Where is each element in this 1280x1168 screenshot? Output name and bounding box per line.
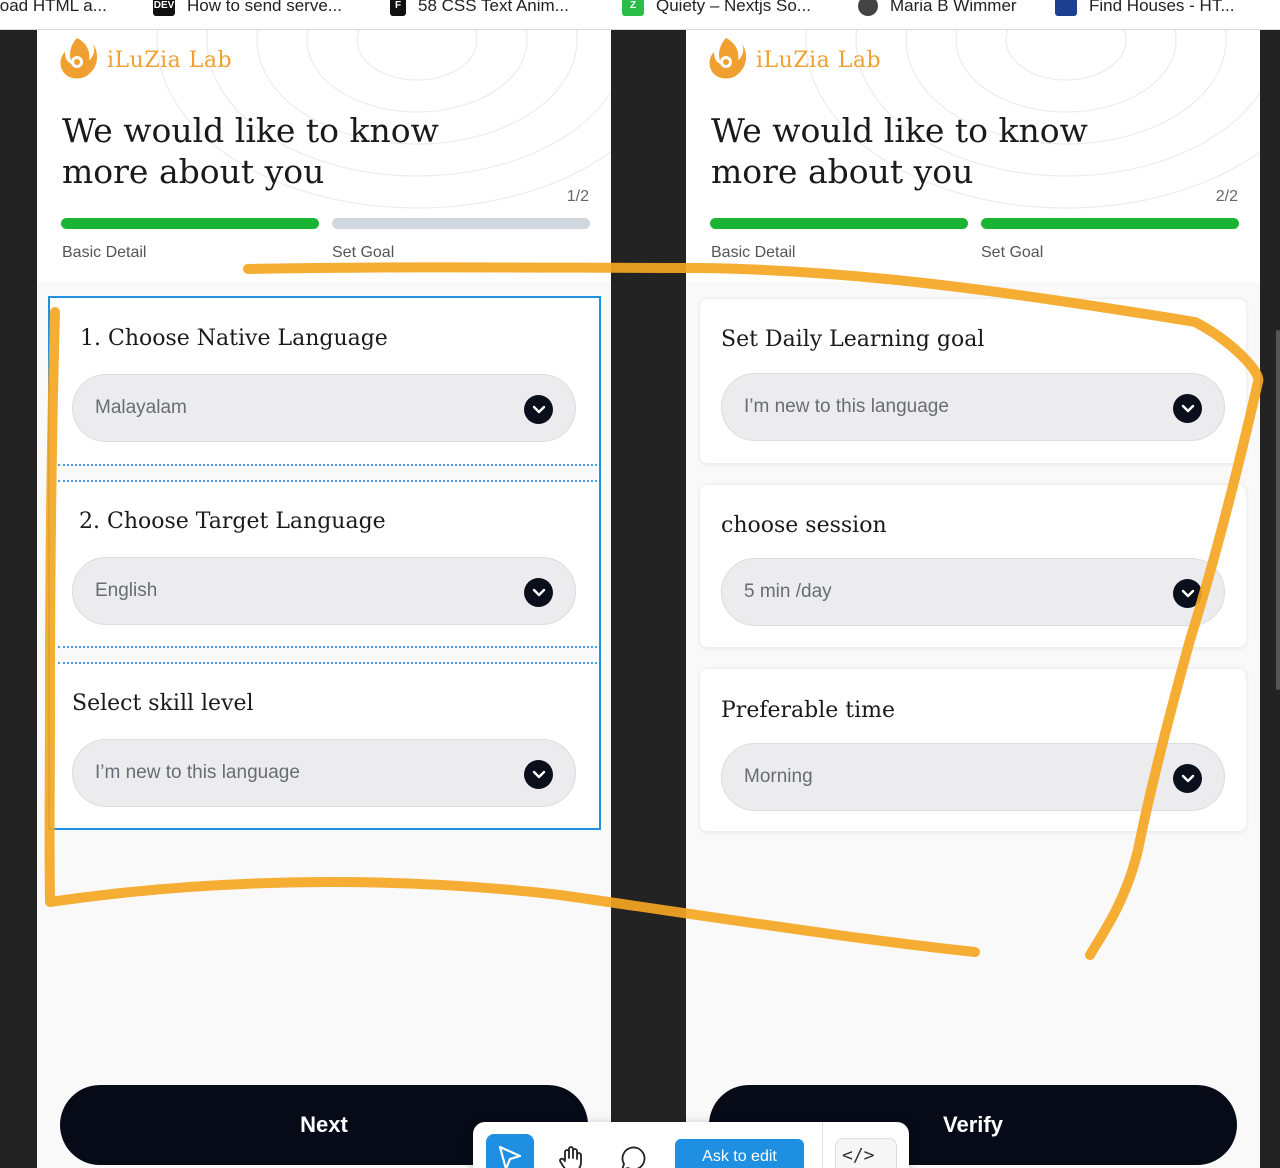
brand-name: iLuZia Lab	[107, 47, 233, 73]
preferable-time-card: Preferable time Morning	[699, 668, 1247, 832]
comment-bubble-icon	[621, 1146, 646, 1168]
bookmark-label: How to send serve...	[187, 0, 342, 15]
header-section: iLuZia Lab We would like to know more ab…	[37, 30, 611, 282]
field-divider	[58, 646, 597, 664]
freefrontend-icon: F	[390, 0, 406, 16]
bookmark-label: Find Houses - HT...	[1089, 0, 1235, 15]
progress-step-basic-detail	[61, 218, 319, 229]
step-label-set-goal: Set Goal	[332, 244, 395, 261]
session-value: 5 min /day	[744, 581, 832, 602]
preferable-time-label: Preferable time	[721, 698, 896, 723]
bookmark-item[interactable]: Z Quiety – Nextjs So...	[622, 0, 811, 18]
brand-logo: iLuZia Lab	[55, 34, 232, 86]
target-language-select[interactable]: English	[72, 557, 576, 625]
native-language-select[interactable]: Malayalam	[72, 374, 576, 442]
chevron-down-icon	[524, 760, 553, 789]
progress-step-set-goal	[332, 218, 590, 229]
bookmarks-bar: load HTML a... DEV How to send serve... F…	[0, 0, 1280, 30]
header-section: iLuZia Lab We would like to know more ab…	[686, 30, 1260, 282]
native-language-value: Malayalam	[95, 397, 187, 418]
skill-level-label: Select skill level	[72, 691, 254, 716]
chevron-down-icon	[524, 395, 553, 424]
chevron-down-icon	[1173, 764, 1202, 793]
select-tool-button[interactable]	[486, 1134, 534, 1168]
session-label: choose session	[721, 513, 887, 538]
chevron-down-icon	[1173, 579, 1202, 608]
hand-tool-button[interactable]	[547, 1134, 595, 1168]
daily-goal-card: Set Daily Learning goal I’m new to this …	[699, 298, 1247, 464]
floating-toolbar: Ask to edit </>	[473, 1122, 909, 1168]
page-title: We would like to know more about you	[62, 111, 439, 191]
brand-name: iLuZia Lab	[756, 47, 882, 73]
bookmark-item[interactable]: Find Houses - HT...	[1055, 0, 1235, 18]
avatar-icon	[858, 0, 878, 16]
bookmark-label: 58 CSS Text Anim...	[418, 0, 569, 15]
bookmark-item[interactable]: DEV How to send serve...	[153, 0, 342, 18]
step-counter: 2/2	[1215, 188, 1238, 205]
chevron-down-icon	[1173, 394, 1202, 423]
bookmark-label: load HTML a...	[0, 0, 107, 15]
session-select[interactable]: 5 min /day	[721, 558, 1225, 626]
cursor-arrow-icon	[498, 1145, 522, 1168]
scrollbar[interactable]	[1276, 330, 1280, 690]
bookmark-item[interactable]: load HTML a...	[0, 0, 107, 18]
target-language-label: 2. Choose Target Language	[79, 509, 386, 534]
native-language-label: 1. Choose Native Language	[80, 326, 388, 351]
basic-detail-form: 1. Choose Native Language Malayalam 2. C…	[48, 296, 601, 830]
step-label-set-goal: Set Goal	[981, 244, 1044, 261]
target-language-value: English	[95, 580, 158, 601]
progress-step-basic-detail	[710, 218, 968, 229]
progress-step-set-goal	[981, 218, 1239, 229]
step-label-basic-detail: Basic Detail	[62, 244, 147, 261]
toolbar-divider	[822, 1122, 823, 1168]
quiety-icon: Z	[622, 0, 644, 16]
bookmark-item[interactable]: Maria B Wimmer	[858, 0, 1017, 18]
chevron-down-icon	[524, 578, 553, 607]
daily-goal-value: I’m new to this language	[744, 396, 949, 417]
ask-to-edit-button[interactable]: Ask to edit	[675, 1139, 804, 1168]
code-view-button[interactable]: </>	[835, 1138, 897, 1168]
brand-flame-icon	[709, 38, 747, 79]
session-card: choose session 5 min /day	[699, 484, 1247, 648]
hand-icon	[559, 1146, 582, 1168]
preferable-time-select[interactable]: Morning	[721, 743, 1225, 811]
code-icon: </>	[842, 1145, 875, 1166]
daily-goal-select[interactable]: I’m new to this language	[721, 373, 1225, 441]
skill-level-value: I’m new to this language	[95, 762, 300, 783]
bookmark-label: Maria B Wimmer	[890, 0, 1017, 15]
step-label-basic-detail: Basic Detail	[711, 244, 796, 261]
bookmark-label: Quiety – Nextjs So...	[656, 0, 811, 15]
step-counter: 1/2	[566, 188, 589, 205]
brand-logo: iLuZia Lab	[704, 34, 881, 86]
comment-tool-button[interactable]	[607, 1134, 655, 1168]
page-title: We would like to know more about you	[711, 111, 1088, 191]
daily-goal-label: Set Daily Learning goal	[721, 327, 985, 352]
skill-level-select[interactable]: I’m new to this language	[72, 739, 576, 807]
houses-icon	[1055, 0, 1077, 16]
bookmark-item[interactable]: F 58 CSS Text Anim...	[390, 0, 569, 18]
step-one-screen: iLuZia Lab We would like to know more ab…	[37, 30, 611, 1168]
brand-flame-icon	[60, 38, 98, 79]
dev-icon: DEV	[153, 0, 175, 16]
field-divider	[58, 464, 597, 482]
preferable-time-value: Morning	[744, 766, 813, 787]
step-two-screen: iLuZia Lab We would like to know more ab…	[686, 30, 1260, 1168]
